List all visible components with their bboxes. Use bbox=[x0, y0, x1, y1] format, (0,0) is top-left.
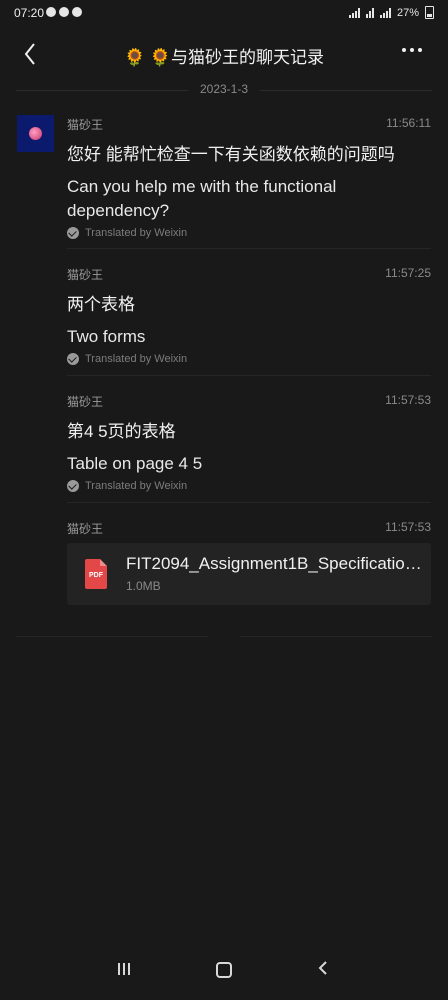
translation-tag: Translated by Weixin bbox=[67, 353, 431, 365]
status-bar: 07:20 27% bbox=[0, 0, 448, 28]
file-type-label: PDF bbox=[89, 572, 103, 579]
notification-icon bbox=[46, 7, 56, 17]
divider-line bbox=[260, 90, 432, 91]
message-item[interactable]: 猫砂王 11:57:53 第4 5页的表格 Table on page 4 5 … bbox=[67, 393, 431, 492]
moon-image bbox=[29, 127, 42, 140]
recent-apps-button[interactable] bbox=[118, 963, 132, 975]
message-text: 第4 5页的表格 bbox=[67, 422, 176, 441]
file-name: FIT2094_Assignment1B_Specification.pdf bbox=[126, 554, 422, 573]
signal-icon bbox=[348, 7, 360, 18]
recent-apps-icon bbox=[128, 963, 130, 975]
message-time: 11:56:11 bbox=[386, 116, 431, 130]
check-circle-icon bbox=[67, 353, 79, 365]
chat-header: 🌻 🌻与猫砂王的聊天记录 bbox=[0, 28, 448, 80]
translation-tag: Translated by Weixin bbox=[67, 480, 431, 492]
message-text: 两个表格 bbox=[67, 295, 135, 314]
translated-by-label: Translated by Weixin bbox=[85, 227, 188, 239]
message-separator bbox=[67, 375, 431, 376]
sender-name: 猫砂王 bbox=[67, 395, 104, 409]
message-time: 11:57:53 bbox=[385, 520, 431, 534]
nav-back-button[interactable] bbox=[316, 960, 332, 976]
date-label: 2023-1-3 bbox=[199, 82, 249, 96]
message-time: 11:57:25 bbox=[385, 266, 431, 280]
notification-icons bbox=[46, 7, 82, 17]
check-circle-icon bbox=[67, 227, 79, 239]
page-title: 🌻 🌻与猫砂王的聊天记录 bbox=[123, 48, 325, 67]
more-dots-icon bbox=[410, 48, 414, 52]
recent-apps-icon bbox=[118, 963, 120, 975]
notification-icon bbox=[59, 7, 69, 17]
signal-icon bbox=[379, 7, 391, 18]
translated-by-label: Translated by Weixin bbox=[85, 353, 188, 365]
file-size: 1.0MB bbox=[126, 579, 161, 593]
home-button[interactable] bbox=[216, 962, 232, 978]
notification-icon bbox=[72, 7, 82, 17]
avatar[interactable] bbox=[17, 115, 54, 152]
file-attachment[interactable]: PDF FIT2094_Assignment1B_Specification.p… bbox=[67, 543, 431, 605]
date-divider: 2023-1-3 bbox=[16, 80, 432, 100]
system-nav-bar bbox=[0, 952, 448, 1000]
translation-text: Two forms bbox=[67, 327, 146, 346]
status-time: 07:20 bbox=[14, 6, 45, 20]
sender-name: 猫砂王 bbox=[67, 268, 104, 282]
message-separator bbox=[67, 502, 431, 503]
battery-icon bbox=[425, 6, 434, 19]
message-time: 11:57:53 bbox=[385, 393, 431, 407]
sender-name: 猫砂王 bbox=[67, 118, 104, 132]
wifi-icon bbox=[365, 7, 374, 18]
message-text: 您好 能帮忙检查一下有关函数依赖的问题吗 bbox=[67, 145, 395, 164]
more-button[interactable] bbox=[402, 48, 422, 52]
message-separator bbox=[67, 248, 431, 249]
end-divider bbox=[240, 636, 432, 637]
more-dots-icon bbox=[402, 48, 406, 52]
battery-percent: 27% bbox=[396, 6, 419, 19]
more-dots-icon bbox=[418, 48, 422, 52]
translation-tag: Translated by Weixin bbox=[67, 227, 431, 239]
back-arrow-icon bbox=[318, 961, 327, 975]
pdf-file-icon: PDF bbox=[85, 559, 107, 589]
system-status: 27% bbox=[348, 6, 434, 19]
sender-name: 猫砂王 bbox=[67, 522, 104, 536]
translation-text: Can you help me with the functional depe… bbox=[67, 177, 337, 220]
check-circle-icon bbox=[67, 480, 79, 492]
recent-apps-icon bbox=[123, 963, 125, 975]
translation-text: Table on page 4 5 bbox=[67, 454, 203, 473]
end-divider bbox=[16, 636, 208, 637]
translated-by-label: Translated by Weixin bbox=[85, 480, 188, 492]
message-item[interactable]: 猫砂王 11:56:11 您好 能帮忙检查一下有关函数依赖的问题吗 Can yo… bbox=[67, 116, 431, 239]
file-message-header: 猫砂王 11:57:53 bbox=[67, 520, 431, 537]
message-item[interactable]: 猫砂王 11:57:25 两个表格 Two forms Translated b… bbox=[67, 266, 431, 365]
